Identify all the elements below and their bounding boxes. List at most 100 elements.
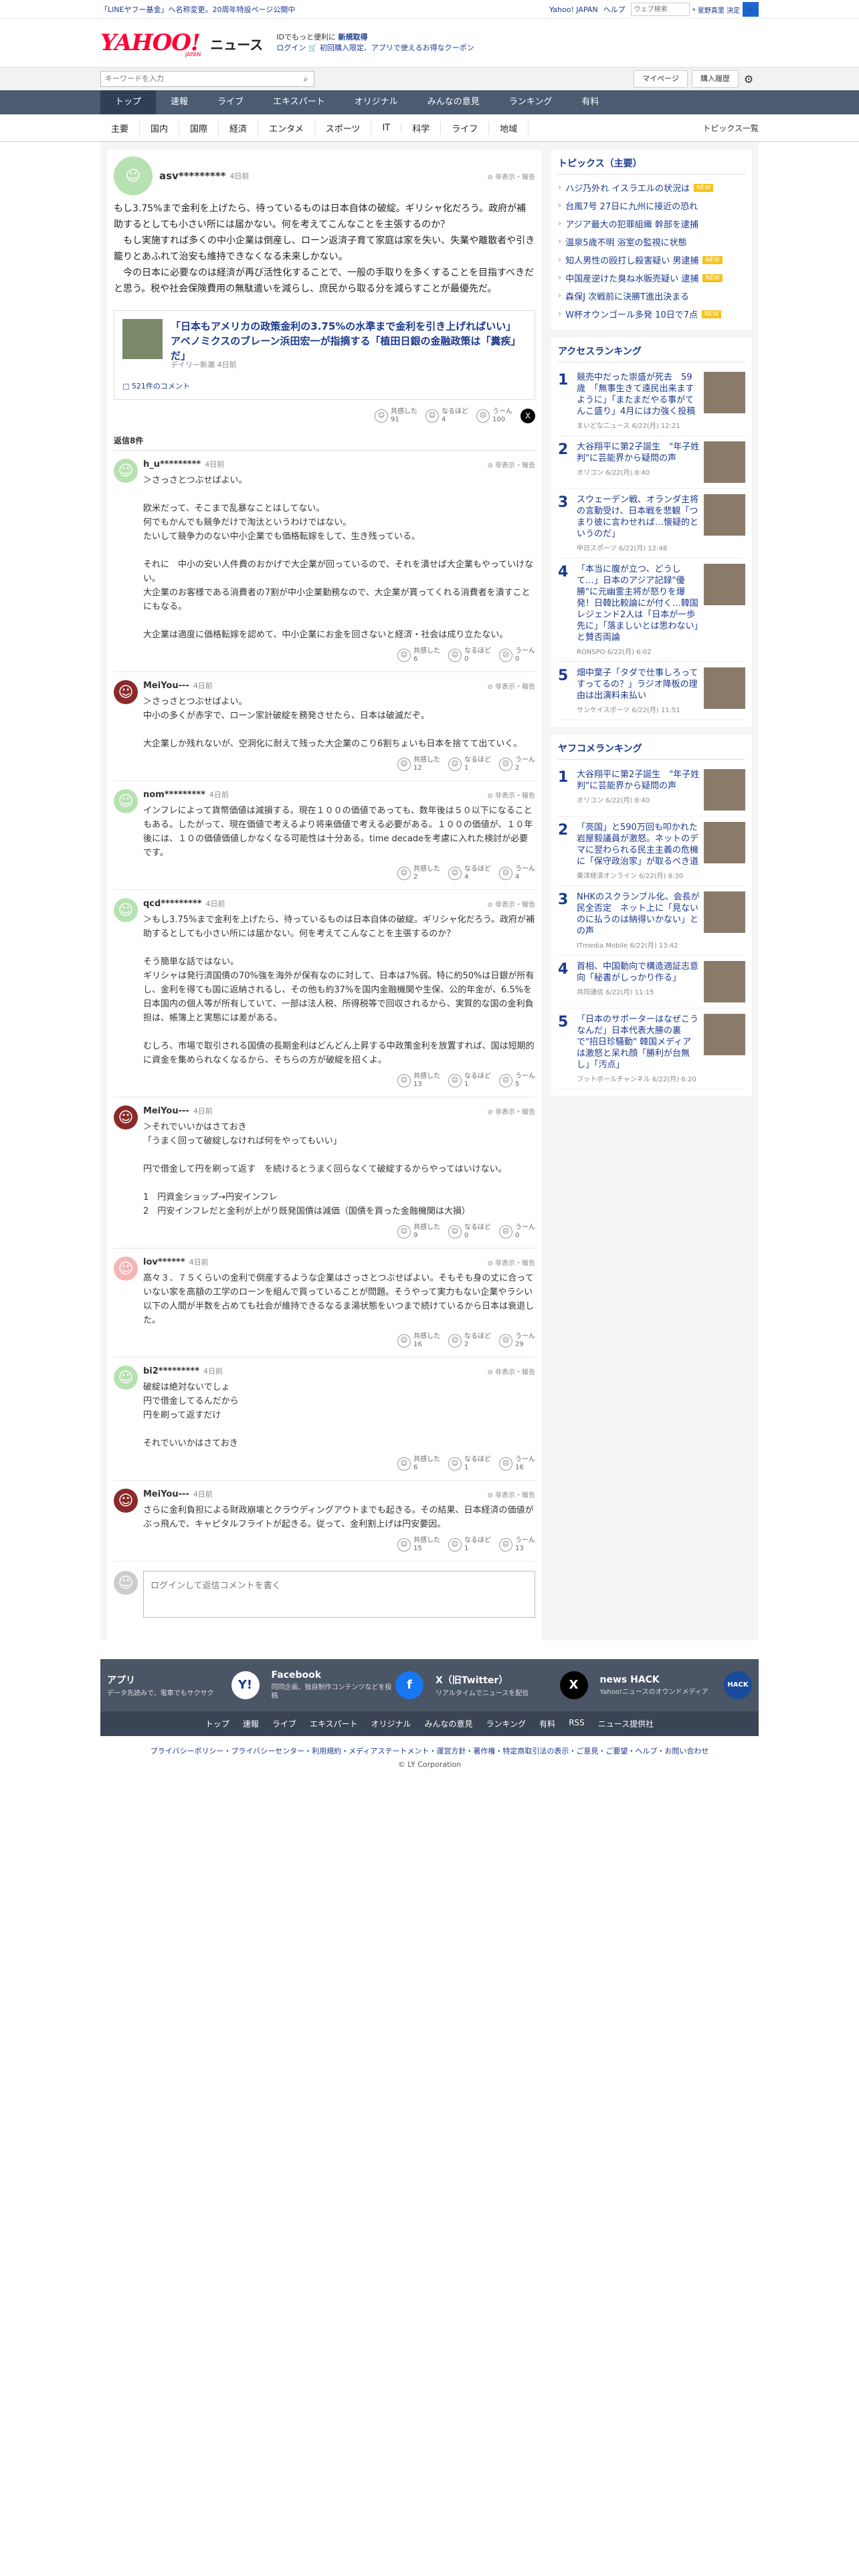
web-search-button[interactable]: ⌕ bbox=[743, 2, 759, 17]
naruhodo-button[interactable]: ☺ なるほど 4 bbox=[448, 865, 491, 881]
topic-title[interactable]: 台風7号 27日に九州に接近の恐れ bbox=[565, 199, 698, 212]
category-world[interactable]: 国際 bbox=[179, 121, 219, 134]
footer-link[interactable]: ニュース提供社 bbox=[598, 1718, 654, 1729]
naruhodo-button[interactable]: ☺ なるほど 1 bbox=[448, 1073, 491, 1089]
category-local[interactable]: 地域 bbox=[489, 121, 529, 134]
ranking-title[interactable]: 「日本のサポーターはなぜこうなんだ」日本代表大勝の裏で"招日珍騒動" 韓国メディ… bbox=[577, 1014, 700, 1071]
ranking-item[interactable]: 5 「日本のサポーターはなぜこうなんだ」日本代表大勝の裏で"招日珍騒動" 韓国メデ… bbox=[558, 1008, 745, 1089]
ranking-title[interactable]: 「本当に腹が立つ、どうして…」日本のアジア記録"優勝"に元幽霊主将が怒りを爆発！… bbox=[577, 564, 700, 643]
ranking-title[interactable]: 大谷翔平に第2子誕生 "年子姓判"に芸能界から疑問の声 bbox=[577, 441, 700, 464]
agree-button[interactable]: ☺ 共感した 15 bbox=[397, 1537, 440, 1553]
topic-title[interactable]: 温泉5歳不明 浴室の監視に状態 bbox=[565, 235, 686, 248]
agree-button[interactable]: ☺ 共感した 2 bbox=[397, 865, 440, 881]
agree-button[interactable]: ☺ 共感した 13 bbox=[397, 1073, 440, 1089]
footer-app[interactable]: news HACK Yahoo!ニュースのオウンドメディア HACK bbox=[600, 1670, 752, 1701]
category-main[interactable]: 主要 bbox=[100, 121, 140, 134]
footer-link[interactable]: ランキング bbox=[486, 1718, 527, 1729]
mypage-button[interactable]: マイページ bbox=[634, 70, 688, 88]
topic-item[interactable]: › 森保J 次戦前に決勝T進出決まる bbox=[558, 287, 745, 305]
uun-button[interactable]: ☹ うーん 0 bbox=[499, 647, 535, 663]
report-link[interactable]: ⊘ 非表示・報告 bbox=[487, 1489, 535, 1499]
report-link[interactable]: ⊘ 非表示・報告 bbox=[487, 1257, 535, 1267]
ranking-item[interactable]: 4 「本当に腹が立つ、どうして…」日本のアジア記録"優勝"に元幽霊主将が怒りを爆発… bbox=[558, 558, 745, 662]
agree-button[interactable]: ☺ 共感した 91 bbox=[375, 408, 417, 424]
yahoo-news-logo[interactable]: YAHOO! JAPAN ニュース bbox=[100, 29, 263, 58]
gear-icon[interactable]: ⚙ bbox=[739, 73, 759, 86]
category-business[interactable]: 経済 bbox=[219, 121, 259, 134]
category-sports[interactable]: スポーツ bbox=[315, 121, 372, 134]
tab-expert[interactable]: エキスパート bbox=[258, 90, 340, 114]
uun-button[interactable]: ☹ うーん 4 bbox=[499, 865, 535, 881]
topic-item[interactable]: › 中国産逆けた臭ね水販売疑い 逮捕 NEW bbox=[558, 269, 745, 287]
article-card[interactable]: 「日本もアメリカの政策金利の3.75%の水準まで金利を引き上げればいい」 アベノ… bbox=[114, 310, 535, 400]
ranking-item[interactable]: 3 NHKのスクランブル化、会長が民全否定 ネット上に「見ないのに払うのは納得いか… bbox=[558, 886, 745, 956]
topic-item[interactable]: › アジア最大の犯罪組織 幹部を逮捕 bbox=[558, 215, 745, 233]
category-science[interactable]: 科学 bbox=[401, 121, 442, 134]
reply-user[interactable]: nom********* bbox=[143, 790, 205, 800]
x-share-icon[interactable]: X bbox=[520, 409, 535, 423]
tab-breaking[interactable]: 速報 bbox=[156, 90, 203, 114]
ranking-item[interactable]: 1 大谷翔平に第2子誕生 "年子姓判"に芸能界から疑問の声 オリコン 6/22(月)… bbox=[558, 764, 745, 817]
reply-user[interactable]: h_u********* bbox=[143, 459, 201, 469]
footer-app[interactable]: X（旧Twitter） リアルタイムでニュースを配信 X bbox=[436, 1670, 588, 1701]
purchase-history-button[interactable]: 購入履歴 bbox=[692, 70, 739, 88]
footer-link[interactable]: エキスパート bbox=[310, 1718, 358, 1729]
topic-item[interactable]: › 知人男性の殴打し殺害疑い 男逮捕 NEW bbox=[558, 251, 745, 269]
ranking-item[interactable]: 3 スウェーデン戦、オランダ主将の言動受け、日本戦を悲観「つまり彼に言わせれば…懐… bbox=[558, 489, 745, 558]
ranking-title[interactable]: 首相、中国動向で構造適証志意向「秘書がしっかり作る」 bbox=[577, 961, 700, 984]
uun-button[interactable]: ☹ うーん 5 bbox=[499, 1073, 535, 1089]
uun-button[interactable]: ☹ うーん 29 bbox=[499, 1333, 535, 1349]
uun-button[interactable]: ☹ うーん 0 bbox=[499, 1224, 535, 1240]
topic-title[interactable]: W杯オウンゴール多発 10日で7点 bbox=[565, 308, 698, 320]
tab-top[interactable]: トップ bbox=[100, 90, 157, 114]
report-link[interactable]: ⊘ 非表示・報告 bbox=[487, 899, 535, 909]
report-link[interactable]: ⊘ 非表示・報告 bbox=[487, 171, 535, 181]
agree-button[interactable]: ☺ 共感した 12 bbox=[397, 756, 440, 772]
topic-item[interactable]: › ハジ乃外れ イスラエルの状況は NEW bbox=[558, 179, 745, 197]
naruhodo-button[interactable]: ☺ なるほど 4 bbox=[425, 408, 468, 424]
topic-item[interactable]: › W杯オウンゴール多発 10日で7点 NEW bbox=[558, 305, 745, 323]
tab-live[interactable]: ライブ bbox=[203, 90, 258, 114]
uun-button[interactable]: ☹ うーん 13 bbox=[499, 1537, 535, 1553]
agree-button[interactable]: ☺ 共感した 6 bbox=[397, 647, 440, 663]
uun-button[interactable]: ☹ うーん 2 bbox=[499, 756, 535, 772]
ranking-title[interactable]: スウェーデン戦、オランダ主将の言動受け、日本戦を悲観「つまり彼に言わせれば…懐疑… bbox=[577, 494, 700, 540]
reply-user[interactable]: qcd********* bbox=[143, 899, 202, 909]
reply-user[interactable]: lov****** bbox=[143, 1257, 185, 1267]
footer-link[interactable]: 速報 bbox=[243, 1718, 259, 1729]
naruhodo-button[interactable]: ☺ なるほど 2 bbox=[448, 1333, 491, 1349]
report-link[interactable]: ⊘ 非表示・報告 bbox=[487, 1366, 535, 1376]
footer-link[interactable]: 有料 bbox=[539, 1718, 555, 1729]
comment-user[interactable]: asv********* bbox=[159, 170, 225, 182]
tab-paid[interactable]: 有料 bbox=[567, 90, 613, 114]
ranking-title[interactable]: 畑中葉子「タダで仕事しろってすってるの？」ラジオ降板の理由は出演料未払い bbox=[577, 667, 700, 702]
topic-title[interactable]: 知人男性の殴打し殺害疑い 男逮捕 bbox=[565, 253, 698, 266]
ranking-item[interactable]: 2 「亮国」と590万回も叩かれた岩屋毅議員が激怒。ネットのデマに翌わられる民主主… bbox=[558, 817, 745, 886]
category-life[interactable]: ライフ bbox=[441, 121, 490, 134]
topic-item[interactable]: › 台風7号 27日に九州に接近の恐れ bbox=[558, 197, 745, 215]
topic-title[interactable]: 森保J 次戦前に決勝T進出決まる bbox=[565, 290, 689, 302]
category-entertainment[interactable]: エンタメ bbox=[258, 121, 315, 134]
naruhodo-button[interactable]: ☺ なるほど 0 bbox=[448, 647, 491, 663]
footer-link[interactable]: トップ bbox=[205, 1718, 229, 1729]
web-search-input[interactable] bbox=[630, 3, 690, 16]
help-link[interactable]: ヘルプ bbox=[603, 4, 626, 15]
topic-title[interactable]: ハジ乃外れ イスラエルの状況は bbox=[565, 181, 690, 194]
comment-count-link[interactable]: □ 521件のコメント bbox=[122, 381, 527, 391]
announcement-link[interactable]: 「LINEヤフー基金」へ名称変更。20周年特設ページ公開中 bbox=[100, 4, 295, 15]
footer-link[interactable]: オリジナル bbox=[371, 1718, 411, 1729]
category-domestic[interactable]: 国内 bbox=[140, 121, 180, 134]
reply-user[interactable]: MeiYou--- bbox=[143, 1489, 189, 1499]
tab-original[interactable]: オリジナル bbox=[340, 90, 413, 114]
uun-button[interactable]: ☹ うーん 16 bbox=[499, 1456, 535, 1472]
ranking-item[interactable]: 4 首相、中国動向で構造適証志意向「秘書がしっかり作る」 共同通信 6/22(月) … bbox=[558, 956, 745, 1008]
tab-ranking[interactable]: ランキング bbox=[494, 90, 567, 114]
naruhodo-button[interactable]: ☺ なるほど 1 bbox=[448, 1537, 491, 1553]
footer-link[interactable]: RSS bbox=[569, 1718, 585, 1729]
search-icon[interactable]: ⌕ bbox=[298, 74, 314, 84]
ranking-title[interactable]: 競売中だった崇盛が死去 59歳 「無事生きて遠民出来ますように」「またまだやる事… bbox=[577, 372, 700, 417]
article-title[interactable]: 「日本もアメリカの政策金利の3.75%の水準まで金利を引き上げればいい」 アベノ… bbox=[171, 319, 527, 363]
uun-button[interactable]: ☹ うーん 100 bbox=[476, 408, 512, 424]
login-link[interactable]: ログイン 🛒 初回購入限定、アプリで使えるお得なクーポン bbox=[276, 43, 474, 53]
report-link[interactable]: ⊘ 非表示・報告 bbox=[487, 681, 535, 691]
